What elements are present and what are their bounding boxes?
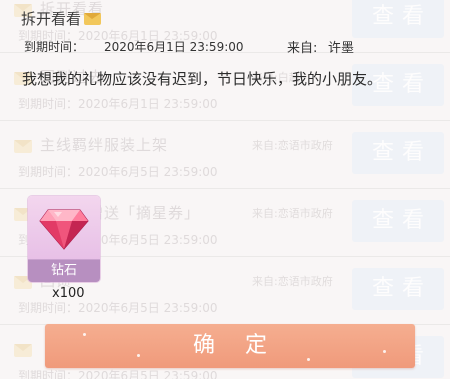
deadline-label: 到期时间： bbox=[24, 40, 85, 54]
deadline-value: 2020年6月1日 23:59:00 bbox=[104, 40, 244, 54]
confirm-button-label: 确定 bbox=[192, 333, 297, 358]
confirm-button[interactable]: 确定 bbox=[45, 324, 415, 368]
sender-label: 来自: bbox=[287, 41, 318, 56]
reward-name-bar: 钻石 bbox=[28, 259, 100, 282]
mail-title: 拆开看看 bbox=[21, 8, 102, 29]
diamond-gem-icon bbox=[39, 209, 89, 250]
reward-item-card[interactable]: 钻石 bbox=[28, 196, 100, 282]
mail-title-text: 拆开看看 bbox=[21, 10, 82, 28]
reward-count: x100 bbox=[52, 286, 85, 301]
mail-body-text: 我想我的礼物应该没有迟到，节日快乐，我的小朋友。 bbox=[22, 70, 383, 88]
popup-overlay bbox=[0, 0, 450, 379]
reward-name: 钻石 bbox=[50, 263, 77, 278]
mail-screen: 拆开看看 到期时间：2020年6月1日 23:59:00 查看 回到过去 来自:… bbox=[0, 0, 450, 379]
envelope-icon bbox=[84, 13, 102, 25]
sender-name: 许墨 bbox=[328, 41, 355, 56]
